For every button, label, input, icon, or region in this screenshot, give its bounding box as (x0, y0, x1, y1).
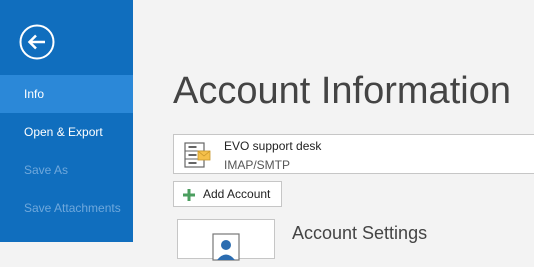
nav-item-save-attachments: Save Attachments (0, 189, 133, 227)
back-button[interactable] (19, 24, 55, 60)
account-settings-button[interactable] (177, 219, 275, 262)
main-content: Account Information EVO support desk IMA… (133, 0, 534, 261)
plus-icon (183, 188, 195, 201)
account-name: EVO support desk (224, 139, 322, 153)
nav-item-info[interactable]: Info (0, 75, 133, 113)
account-settings-label: Account Settings (292, 223, 428, 243)
add-account-label: Add Account (203, 187, 271, 201)
backstage-sidebar: Info Open & Export Save As Save Attachme… (0, 0, 133, 242)
account-server-icon (182, 140, 212, 170)
account-selector[interactable]: EVO support desk IMAP/SMTP (173, 134, 534, 174)
account-settings-icon (211, 232, 241, 262)
nav-item-label: Info (24, 87, 45, 101)
page-title: Account Information (173, 70, 511, 112)
back-arrow-icon (19, 24, 55, 60)
account-type: IMAP/SMTP (224, 158, 291, 172)
nav-item-label: Save Attachments (24, 201, 121, 215)
nav-item-label: Save As (24, 163, 69, 177)
add-account-button[interactable]: Add Account (173, 181, 282, 207)
nav-item-save-as: Save As (0, 151, 133, 189)
nav-item-label: Open & Export (24, 125, 103, 139)
nav-item-open-export[interactable]: Open & Export (0, 113, 133, 151)
